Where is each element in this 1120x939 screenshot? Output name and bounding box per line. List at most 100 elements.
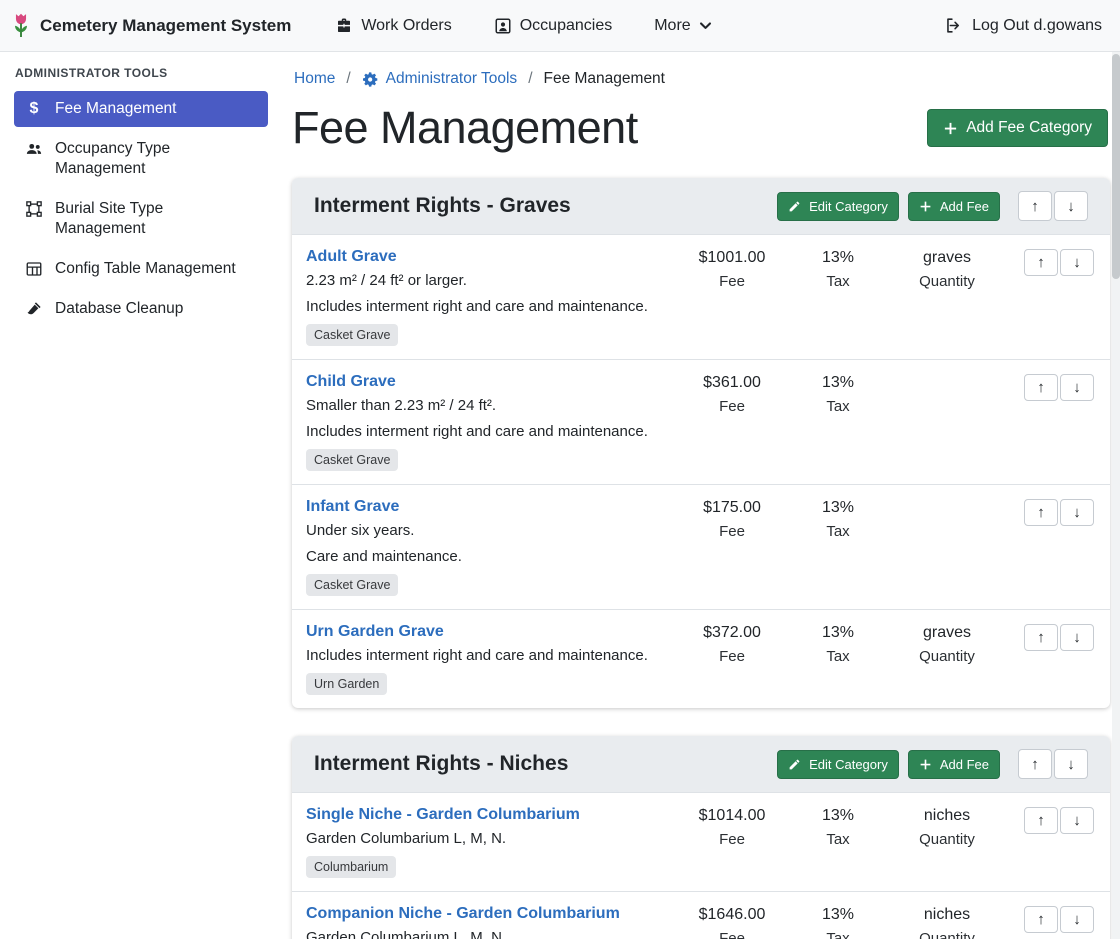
nav-occupancies-label: Occupancies <box>520 17 613 35</box>
fee-info: Child Grave Smaller than 2.23 m² / 24 ft… <box>306 373 676 471</box>
breadcrumb-admin-link[interactable]: Administrator Tools <box>362 70 518 88</box>
fee-amount: $372.00 <box>676 624 788 642</box>
logout-link[interactable]: Log Out d.gowans <box>944 16 1102 35</box>
edit-category-button[interactable]: Edit Category <box>777 192 899 221</box>
fee-tax: 13% <box>788 374 888 392</box>
fee-amount-col: $175.00 Fee <box>676 498 788 540</box>
fee-category-card: Interment Rights - Graves Edit Category … <box>292 178 1110 708</box>
sidebar-item-label: Burial Site Type Management <box>55 199 258 239</box>
fee-descriptions: Includes interment right and care and ma… <box>306 646 676 665</box>
fee-description: Includes interment right and care and ma… <box>306 422 676 441</box>
move-fee-down-button[interactable]: ↓ <box>1060 249 1094 276</box>
fee-row: Adult Grave 2.23 m² / 24 ft² or larger.I… <box>292 234 1110 359</box>
sidebar-item-label: Database Cleanup <box>55 299 183 319</box>
fee-descriptions: Smaller than 2.23 m² / 24 ft².Includes i… <box>306 396 676 441</box>
fee-tax: 13% <box>788 624 888 642</box>
sidebar-item-config-table-management[interactable]: Config Table Management <box>14 251 268 287</box>
add-fee-label: Add Fee <box>940 757 989 772</box>
move-fee-down-button[interactable]: ↓ <box>1060 499 1094 526</box>
category-header: Interment Rights - Niches Edit Category … <box>292 736 1110 792</box>
fee-descriptions: Under six years.Care and maintenance. <box>306 521 676 566</box>
nav-work-orders[interactable]: Work Orders <box>335 17 451 35</box>
sidebar-item-burial-site-type-management[interactable]: Burial Site Type Management <box>14 191 268 247</box>
move-category-down-button[interactable]: ↓ <box>1054 749 1088 779</box>
page-scrollbar-thumb[interactable] <box>1112 54 1120 279</box>
sidebar: ADMINISTRATOR TOOLS $ Fee Management Occ… <box>0 52 280 939</box>
move-fee-down-button[interactable]: ↓ <box>1060 374 1094 401</box>
fee-description: Under six years. <box>306 521 676 540</box>
sidebar-item-fee-management[interactable]: $ Fee Management <box>14 91 268 127</box>
fee-arrows: ↑ ↓ <box>1006 498 1094 526</box>
fee-name-link[interactable]: Urn Garden Grave <box>306 623 444 641</box>
fee-amount-label: Fee <box>676 648 788 665</box>
fee-quantity-label: Quantity <box>888 648 1006 665</box>
fee-name-link[interactable]: Companion Niche - Garden Columbarium <box>306 905 620 923</box>
fee-info: Companion Niche - Garden Columbarium Gar… <box>306 905 676 939</box>
move-fee-down-button[interactable]: ↓ <box>1060 906 1094 933</box>
fee-name-link[interactable]: Infant Grave <box>306 498 399 516</box>
fee-arrows: ↑ ↓ <box>1006 905 1094 933</box>
move-fee-down-button[interactable]: ↓ <box>1060 624 1094 651</box>
move-fee-up-button[interactable]: ↑ <box>1024 624 1058 651</box>
nav-links: Work Orders Occupancies More <box>335 17 944 35</box>
gear-icon <box>362 71 379 88</box>
move-fee-up-button[interactable]: ↑ <box>1024 906 1058 933</box>
breadcrumb-home-link[interactable]: Home <box>294 70 335 88</box>
fee-amount-col: $1646.00 Fee <box>676 905 788 939</box>
brand[interactable]: Cemetery Management System <box>10 11 291 41</box>
table-icon <box>24 260 44 278</box>
plus-icon <box>943 121 958 136</box>
fee-quantity-col <box>888 498 1006 505</box>
fee-tax-col: 13% Tax <box>788 373 888 415</box>
fee-arrows: ↑ ↓ <box>1006 373 1094 401</box>
add-fee-button[interactable]: Add Fee <box>908 192 1000 221</box>
page-header: Fee Management Add Fee Category <box>292 102 1110 154</box>
move-category-up-button[interactable]: ↑ <box>1018 749 1052 779</box>
fee-category-card: Interment Rights - Niches Edit Category … <box>292 736 1110 939</box>
move-fee-up-button[interactable]: ↑ <box>1024 249 1058 276</box>
fee-type-badge: Casket Grave <box>306 449 398 471</box>
fee-amount-label: Fee <box>676 831 788 848</box>
fee-quantity: graves <box>888 624 1006 642</box>
category-title: Interment Rights - Niches <box>314 752 768 776</box>
fee-name-link[interactable]: Single Niche - Garden Columbarium <box>306 806 580 824</box>
fee-quantity-label: Quantity <box>888 273 1006 290</box>
fee-info: Adult Grave 2.23 m² / 24 ft² or larger.I… <box>306 248 676 346</box>
fee-type-badge: Urn Garden <box>306 673 387 695</box>
breadcrumb-separator: / <box>528 70 532 88</box>
move-fee-up-button[interactable]: ↑ <box>1024 807 1058 834</box>
person-booth-icon <box>494 17 512 35</box>
page-scrollbar[interactable] <box>1112 52 1120 939</box>
toolbox-icon <box>335 17 353 35</box>
fee-name-link[interactable]: Adult Grave <box>306 248 397 266</box>
fee-amount-label: Fee <box>676 398 788 415</box>
nav-work-orders-label: Work Orders <box>361 17 451 35</box>
add-fee-button[interactable]: Add Fee <box>908 750 1000 779</box>
edit-category-label: Edit Category <box>809 757 888 772</box>
move-fee-up-button[interactable]: ↑ <box>1024 499 1058 526</box>
move-fee-down-button[interactable]: ↓ <box>1060 807 1094 834</box>
nav-occupancies[interactable]: Occupancies <box>494 17 613 35</box>
fee-info: Infant Grave Under six years.Care and ma… <box>306 498 676 596</box>
fee-row: Child Grave Smaller than 2.23 m² / 24 ft… <box>292 359 1110 484</box>
add-fee-category-button[interactable]: Add Fee Category <box>927 109 1108 147</box>
sidebar-item-database-cleanup[interactable]: Database Cleanup <box>14 291 268 327</box>
nav-more[interactable]: More <box>654 17 711 35</box>
move-category-up-button[interactable]: ↑ <box>1018 191 1052 221</box>
fee-amount-col: $372.00 Fee <box>676 623 788 665</box>
move-fee-up-button[interactable]: ↑ <box>1024 374 1058 401</box>
edit-category-label: Edit Category <box>809 199 888 214</box>
pencil-icon <box>788 200 801 213</box>
fee-quantity-label: Quantity <box>888 930 1006 939</box>
fee-quantity-col: graves Quantity <box>888 248 1006 290</box>
breadcrumb: Home / Administrator Tools / Fee Managem… <box>292 68 1110 92</box>
edit-category-button[interactable]: Edit Category <box>777 750 899 779</box>
fee-name-link[interactable]: Child Grave <box>306 373 396 391</box>
category-body: Adult Grave 2.23 m² / 24 ft² or larger.I… <box>292 234 1110 708</box>
page-title: Fee Management <box>292 102 638 154</box>
fee-descriptions: 2.23 m² / 24 ft² or larger.Includes inte… <box>306 271 676 316</box>
sidebar-item-occupancy-type-management[interactable]: Occupancy Type Management <box>14 131 268 187</box>
fee-tax-label: Tax <box>788 273 888 290</box>
move-category-down-button[interactable]: ↓ <box>1054 191 1088 221</box>
fee-quantity-label: Quantity <box>888 831 1006 848</box>
